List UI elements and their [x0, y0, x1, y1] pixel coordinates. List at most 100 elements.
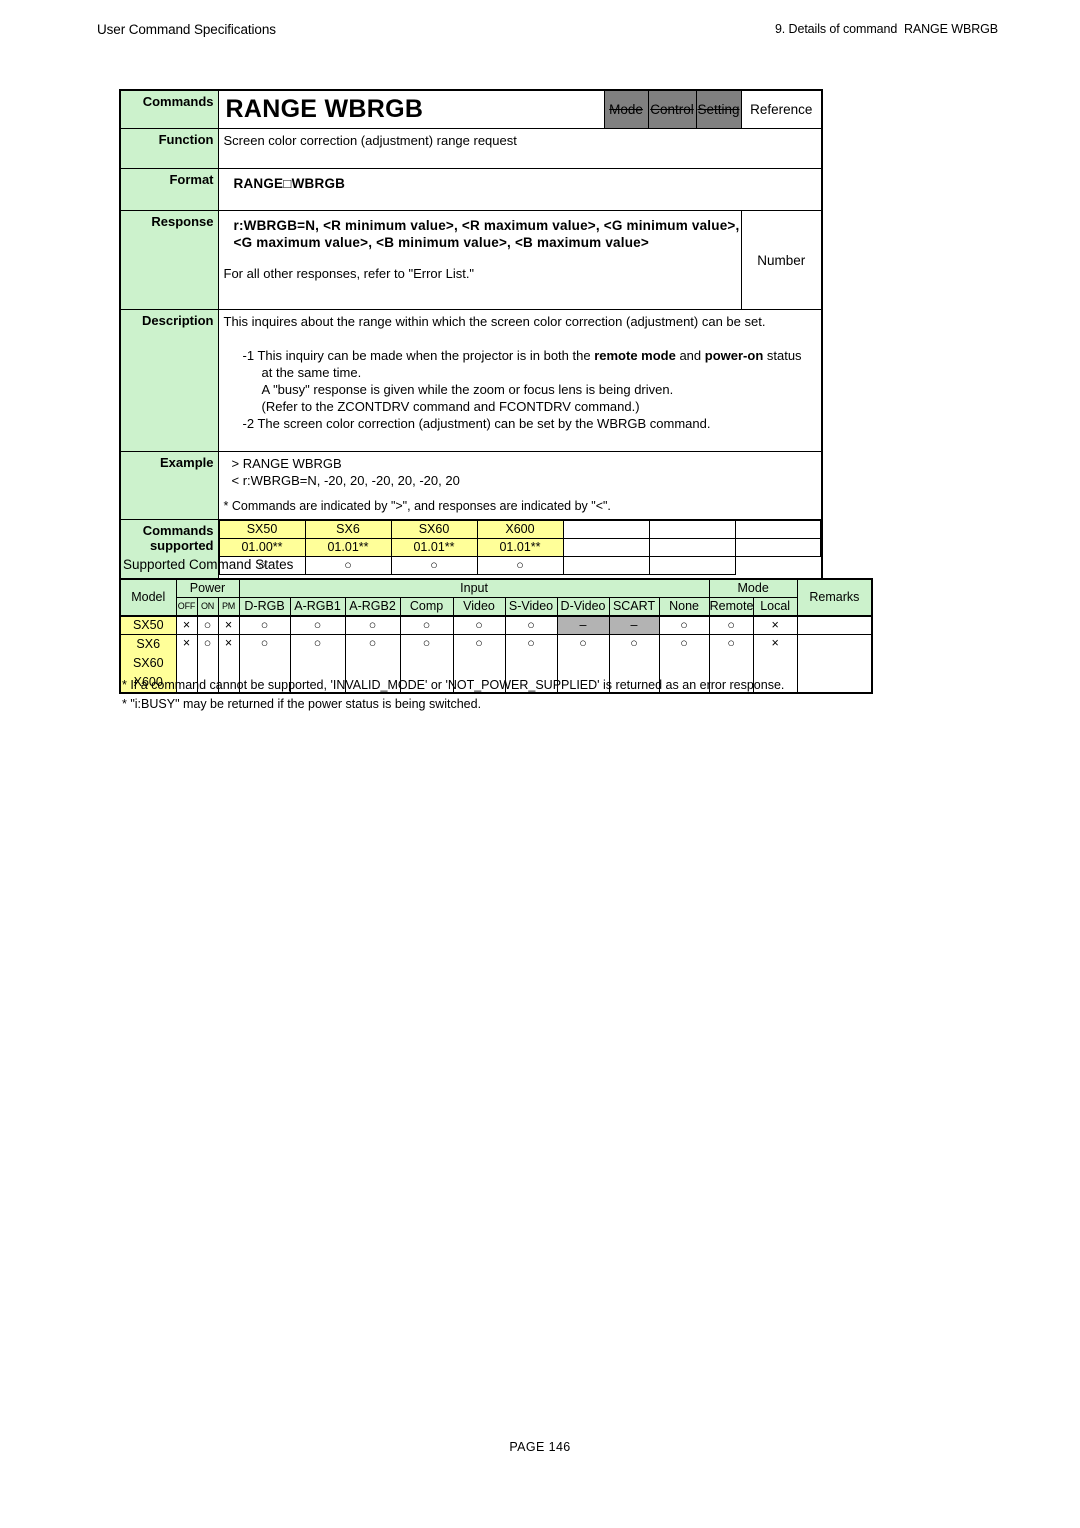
- page-header-right: 9. Details of command RANGE WBRGB: [774, 22, 998, 36]
- states-sx50-remarks: [796, 615, 874, 635]
- format-label: Format: [119, 168, 219, 211]
- supported-mark-4: [562, 556, 650, 575]
- states-footnotes: * If a command cannot be supported, 'INV…: [122, 676, 784, 714]
- states-subheader-power-on: ON: [196, 597, 219, 617]
- supported-model-3: X600: [476, 520, 564, 539]
- function-row: Function Screen color correction (adjust…: [119, 128, 823, 169]
- example-row: Example > RANGE WBRGB < r:WBRGB=N, -20, …: [119, 451, 823, 520]
- states-sx50-mode-remote: ○: [708, 615, 754, 635]
- states-subheader-power-pm: PM: [217, 597, 240, 617]
- description-row: Description This inquires about the rang…: [119, 309, 823, 452]
- states-group-header-row: Model Power Input Mode Remarks: [119, 578, 874, 617]
- page-footer: PAGE 146: [509, 1440, 571, 1454]
- supported-version-4: [562, 538, 650, 557]
- supported-version-5: [648, 538, 736, 557]
- supported-version-6: [734, 538, 821, 557]
- description-item-2: -2 The screen color correction (adjustme…: [224, 415, 822, 432]
- commands-supported-label-line-1: Commands: [142, 523, 214, 538]
- format-row: Format RANGE□WBRGB: [119, 168, 823, 211]
- states-subheader-input-6: D-Video: [556, 597, 610, 617]
- supported-version-0: 01.00**: [218, 538, 306, 557]
- states-footnote-1: * If a command cannot be supported, 'INV…: [122, 678, 785, 692]
- states-sx50-input-2: ○: [344, 615, 401, 635]
- states-subheader-input-4: Video: [452, 597, 506, 617]
- command-spec-table: Commands RANGE WBRGB Mode Control Settin…: [119, 89, 823, 581]
- supported-model-1: SX6: [304, 520, 392, 539]
- states-row-model-sx6: SX6: [136, 637, 161, 651]
- states-subheader-mode-local: Local: [752, 597, 798, 617]
- states-sx50-input-0: ○: [238, 615, 291, 635]
- description-item-2-text: The screen color correction (adjustment)…: [257, 416, 711, 431]
- states-header-mode: Mode: [708, 578, 798, 598]
- response-line-3: For all other responses, refer to "Error…: [223, 266, 475, 281]
- commands-supported-grid: SX50 SX6 SX60 X600 01.00** 01.01** 01.01…: [218, 520, 822, 575]
- states-sx50-input-5: ○: [504, 615, 558, 635]
- states-row-model-sx60: SX60: [132, 656, 164, 670]
- states-subheader-input-1: A-RGB1: [289, 597, 346, 617]
- states-sx50-input-3: ○: [399, 615, 454, 635]
- tag-setting: Setting: [695, 89, 742, 129]
- supported-model-row: SX50 SX6 SX60 X600: [218, 520, 821, 539]
- example-line-1: > RANGE WBRGB: [231, 456, 342, 471]
- response-line-1: r:WBRGB=N, <R minimum value>, <R maximum…: [233, 218, 740, 233]
- commands-supported-grid-cell: SX50 SX6 SX60 X600 01.00** 01.01** 01.01…: [217, 519, 823, 581]
- tag-control: Control: [647, 89, 697, 129]
- supported-model-4: [562, 520, 650, 539]
- supported-version-row: 01.00** 01.01** 01.01** 01.01**: [218, 538, 821, 557]
- description-item-1-marker: -1: [242, 348, 255, 363]
- states-sx50-input-1: ○: [289, 615, 346, 635]
- description-item-1-line-4: (Refer to the ZCONTDRV command and FCONT…: [261, 399, 640, 414]
- supported-mark-1: ○: [304, 556, 392, 575]
- states-sx50-input-4: ○: [452, 615, 506, 635]
- states-subheader-input-2: A-RGB2: [344, 597, 401, 617]
- description-label: Description: [119, 309, 219, 452]
- description-item-1-text-e: status: [763, 348, 802, 363]
- supported-mark-row: ○ ○ ○ ○: [218, 556, 821, 575]
- response-row: Response r:WBRGB=N, <R minimum value>, <…: [119, 210, 823, 310]
- example-spacer: [224, 489, 822, 498]
- function-label: Function: [119, 128, 219, 169]
- supported-version-3: 01.01**: [476, 538, 564, 557]
- states-row-model-sx50: SX50: [119, 615, 177, 635]
- states-sx50-power-on: ○: [196, 615, 219, 635]
- states-sx50-input-8: ○: [658, 615, 710, 635]
- states-sx50-mode-local: ×: [752, 615, 798, 635]
- states-subheader-input-3: Comp: [399, 597, 454, 617]
- states-footnote-2: * "i:BUSY" may be returned if the power …: [122, 697, 482, 711]
- states-subheader-power-off: OFF: [175, 597, 198, 617]
- example-line-2: < r:WBRGB=N, -20, 20, -20, 20, -20, 20: [231, 473, 460, 488]
- supported-model-5: [648, 520, 736, 539]
- commands-label: Commands: [119, 89, 219, 129]
- supported-model-0: SX50: [218, 520, 306, 539]
- example-note: * Commands are indicated by ">", and res…: [223, 499, 611, 513]
- supported-mark-6: [735, 557, 821, 575]
- response-label: Response: [119, 210, 219, 310]
- page-header-left: User Command Specifications: [97, 22, 276, 37]
- page-header: User Command Specifications 9. Details o…: [0, 22, 1080, 42]
- supported-mark-2: ○: [390, 556, 478, 575]
- description-item-1: -1 This inquiry can be made when the pro…: [224, 347, 822, 364]
- supported-model-6: [734, 520, 821, 539]
- supported-mark-3: ○: [476, 556, 564, 575]
- supported-version-2: 01.01**: [390, 538, 478, 557]
- format-text: RANGE□WBRGB: [217, 168, 823, 211]
- command-title: RANGE WBRGB: [217, 89, 605, 129]
- states-subheader-mode-remote: Remote: [708, 597, 754, 617]
- states-sx50-input-6: –: [556, 615, 610, 635]
- supported-model-2: SX60: [390, 520, 478, 539]
- description-item-1-line-3: A "busy" response is given while the zoo…: [261, 382, 674, 397]
- states-row-sx50: SX50 × ○ × ○ ○ ○ ○ ○ ○ – – ○ ○ ×: [119, 615, 874, 635]
- response-type: Number: [740, 210, 823, 310]
- description-text: This inquires about the range within whi…: [217, 309, 823, 452]
- format-value: RANGE□WBRGB: [233, 176, 346, 191]
- states-sx50-power-off: ×: [175, 615, 198, 635]
- states-title: Supported Command States: [123, 557, 294, 572]
- states-sx50-input-7: –: [608, 615, 660, 635]
- description-item-1-line-2: at the same time.: [261, 365, 362, 380]
- response-line-2: <G maximum value>, <B minimum value>, <B…: [233, 235, 649, 250]
- description-item-1-text-a: This inquiry can be made when the projec…: [257, 348, 595, 363]
- states-subheader-input-5: S-Video: [504, 597, 558, 617]
- states-header-model: Model: [119, 578, 177, 617]
- states-sx6-remarks: [796, 634, 874, 694]
- tag-mode: Mode: [603, 89, 649, 129]
